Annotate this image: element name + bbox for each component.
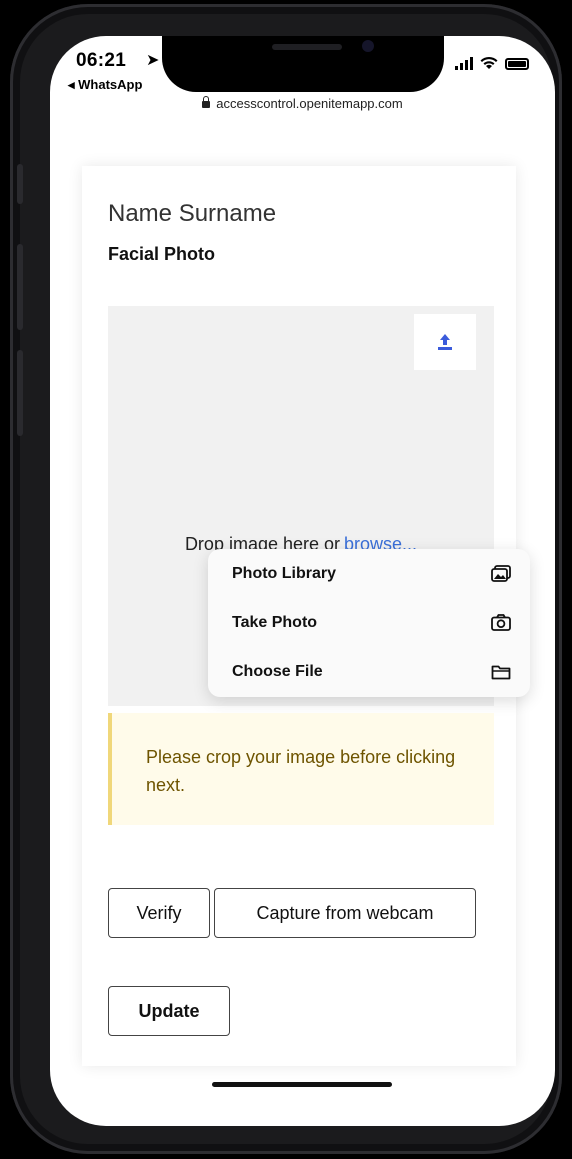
menu-item-choose-file[interactable]: Choose File (208, 647, 530, 696)
photo-library-icon (490, 563, 512, 585)
update-button[interactable]: Update (108, 986, 230, 1036)
user-name: Name Surname (108, 200, 277, 227)
phone-screen: 06:21 ➤ ◂ WhatsApp accesscontrol.openite… (50, 36, 555, 1126)
camera-icon (490, 612, 512, 634)
folder-icon (490, 661, 512, 683)
alert-text: Please crop your image before clicking n… (146, 747, 456, 795)
url-text: accesscontrol.openitemapp.com (216, 96, 403, 111)
wifi-icon (480, 56, 498, 69)
capture-webcam-button[interactable]: Capture from webcam (214, 888, 476, 938)
status-icons (455, 56, 529, 70)
upload-button[interactable] (414, 314, 476, 370)
status-time: 06:21 (76, 50, 127, 71)
speaker (272, 44, 342, 50)
front-camera (362, 40, 374, 52)
notch (162, 36, 444, 92)
mute-switch (17, 164, 23, 204)
back-to-app-link[interactable]: ◂ WhatsApp (68, 77, 142, 93)
volume-up-button (17, 244, 23, 330)
menu-item-label: Take Photo (232, 613, 318, 631)
url-bar[interactable]: accesscontrol.openitemapp.com (50, 96, 555, 111)
home-indicator[interactable] (212, 1082, 392, 1087)
lock-icon (202, 96, 211, 108)
upload-icon (438, 334, 452, 350)
menu-item-label: Photo Library (232, 564, 337, 582)
signal-icon (455, 57, 473, 70)
menu-item-photo-library[interactable]: Photo Library (208, 549, 530, 598)
battery-icon (505, 58, 529, 70)
menu-item-label: Choose File (232, 662, 323, 680)
location-arrow-icon: ➤ (146, 52, 160, 69)
menu-item-take-photo[interactable]: Take Photo (208, 598, 530, 647)
verify-button[interactable]: Verify (108, 888, 210, 938)
form-card: Name Surname Facial Photo Drop image her… (82, 166, 530, 1066)
file-source-menu: Photo Library Take Photo Choose File (208, 549, 530, 697)
section-title: Facial Photo (108, 244, 216, 264)
crop-warning-alert: Please crop your image before clicking n… (108, 713, 494, 825)
volume-down-button (17, 350, 23, 436)
